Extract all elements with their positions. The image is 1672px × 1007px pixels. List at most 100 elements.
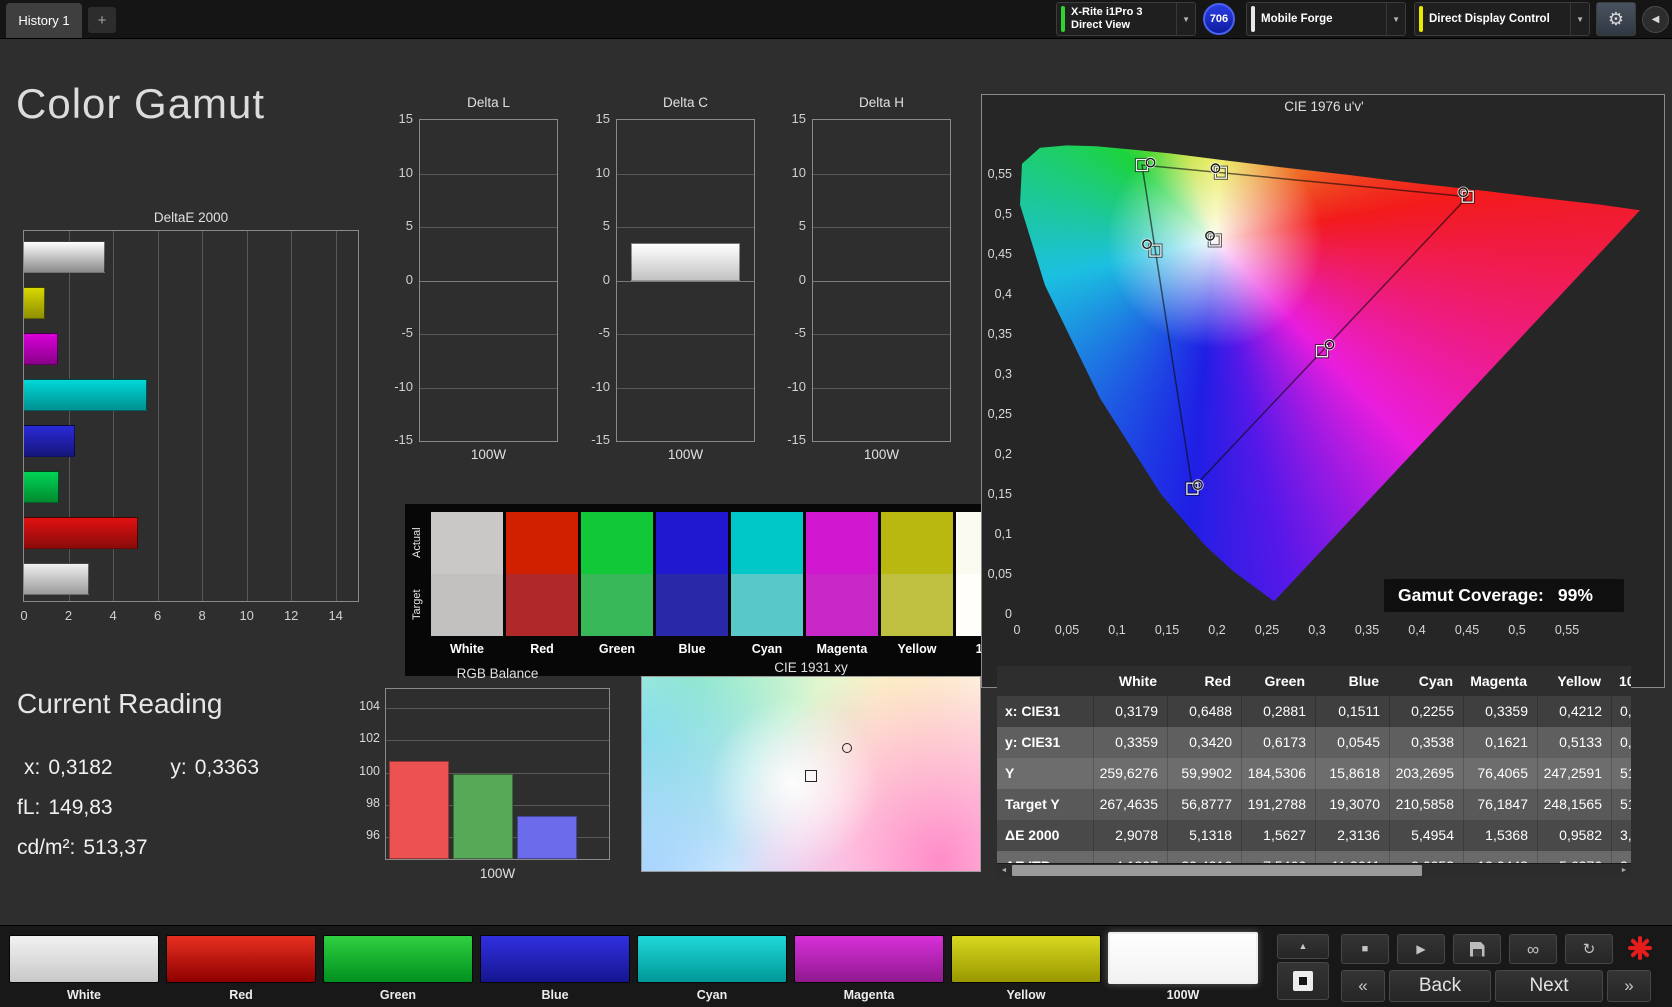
play-button[interactable]: ▶	[1397, 934, 1445, 964]
delta-chart-title: Delta L	[419, 95, 558, 110]
modified-indicator	[1624, 932, 1656, 964]
meter-status-indicator	[1061, 6, 1065, 32]
next-button[interactable]: Next	[1495, 970, 1603, 1002]
back-button[interactable]: Back	[1389, 970, 1491, 1002]
cie-xtick: 0,25	[1247, 623, 1287, 637]
table-cell: 0,4212	[1537, 696, 1612, 727]
color-button-white[interactable]: White	[9, 926, 159, 1006]
table-cell: 1,5368	[1463, 820, 1538, 851]
color-button-yellow[interactable]: Yellow	[951, 926, 1101, 1006]
delta-ytick: -5	[576, 325, 610, 340]
table-cell: 76,1847	[1463, 789, 1538, 820]
deltae-bar-cyan	[24, 379, 147, 411]
swatch-actual-red	[506, 512, 578, 574]
deltae-xtick: 6	[146, 608, 170, 623]
color-button-blue[interactable]: Blue	[480, 926, 630, 1006]
save-button[interactable]	[1453, 934, 1501, 964]
swatch-target-magenta	[806, 574, 878, 636]
back-skip-button[interactable]: «	[1341, 970, 1385, 1002]
cie-xtick: 0,55	[1547, 623, 1587, 637]
reading-fl-label: fL:	[17, 796, 40, 819]
rgb-ytick: 98	[352, 796, 380, 810]
color-button-red[interactable]: Red	[166, 926, 316, 1006]
rgb-balance-chart: RGB Balance 100W 1041021009896	[352, 666, 614, 882]
cie-xtick: 0,35	[1347, 623, 1387, 637]
color-swatch	[1108, 932, 1258, 984]
save-icon	[1470, 942, 1485, 957]
table-cell: 184,5306	[1241, 758, 1316, 789]
delta-ytick: -5	[379, 325, 413, 340]
delta-gridline	[617, 281, 754, 282]
swatch-target-green	[581, 574, 653, 636]
reading-fl-value: 149,83	[48, 796, 112, 819]
chevron-down-icon: ▼	[1182, 15, 1190, 24]
add-tab-button[interactable]: +	[88, 7, 116, 33]
deltae-xtick: 14	[324, 608, 348, 623]
table-cell: 51	[1611, 789, 1631, 820]
delta-gridline	[420, 281, 557, 282]
deltae-bar-100w	[24, 241, 105, 273]
table-cell: 0,5133	[1537, 727, 1612, 758]
delta-gridline	[420, 174, 557, 175]
color-swatch	[166, 935, 316, 983]
cie-1931-field	[641, 676, 981, 872]
scroll-thumb[interactable]	[1012, 865, 1422, 876]
table-cell: 0,3420	[1167, 727, 1242, 758]
swatch-target-white	[431, 574, 503, 636]
meter-mode: Direct View	[1071, 19, 1143, 32]
delta-gridline	[617, 227, 754, 228]
next-skip-button[interactable]: »	[1607, 970, 1651, 1002]
swatch-label: Blue	[656, 642, 728, 656]
delta-xlabel: 100W	[616, 447, 755, 462]
table-row-label: Target Y	[997, 789, 1093, 820]
color-button-cyan[interactable]: Cyan	[637, 926, 787, 1006]
cie-overlay	[982, 95, 1665, 619]
cie-xtick: 0,5	[1497, 623, 1537, 637]
scroll-left-arrow[interactable]: ◄	[997, 864, 1011, 877]
reading-cd-value: 513,37	[83, 836, 147, 859]
color-button-100w[interactable]: 100W	[1108, 926, 1258, 1006]
table-cell: 0,1511	[1315, 696, 1390, 727]
table-cell: 0,3359	[1093, 727, 1168, 758]
swatch-actual-yellow	[881, 512, 953, 574]
delta-gridline	[420, 388, 557, 389]
deltae-bar-green	[24, 471, 59, 503]
color-button-magenta[interactable]: Magenta	[794, 926, 944, 1006]
deltae-gridline	[336, 231, 337, 601]
meter-dropdown[interactable]: X-Rite i1Pro 3 Direct View ▼	[1056, 2, 1196, 36]
display-status-indicator	[1419, 6, 1423, 32]
delta-ytick: -10	[772, 379, 806, 394]
collapse-panel-button[interactable]: ◀	[1642, 6, 1669, 33]
table-cell: 0,3538	[1389, 727, 1464, 758]
page-title: Color Gamut	[16, 80, 265, 128]
delta-chart-plot	[812, 119, 951, 442]
chevron-down-icon: ▼	[1392, 15, 1400, 24]
table-header-green: Green	[1241, 666, 1315, 696]
stop-button[interactable]: ■	[1341, 934, 1389, 964]
refresh-button[interactable]: ↻	[1565, 934, 1613, 964]
color-swatch	[9, 935, 159, 983]
deltae-xtick: 10	[235, 608, 259, 623]
scroll-right-arrow[interactable]: ►	[1617, 864, 1631, 877]
delta-ytick: 15	[379, 111, 413, 126]
display-panel-button[interactable]	[1277, 962, 1329, 1000]
tab-history-1[interactable]: History 1	[6, 3, 82, 38]
display-control-dropdown[interactable]: Direct Display Control ▼	[1414, 2, 1590, 36]
deltae-plot-area	[23, 230, 359, 602]
reading-cd: cd/m²:513,37	[17, 836, 156, 860]
rgb-bar-green	[453, 774, 513, 859]
delta-ytick: 0	[379, 272, 413, 287]
color-swatch	[637, 935, 787, 983]
table-scrollbar[interactable]: ◄►	[997, 863, 1631, 877]
table-row-label: y: CIE31	[997, 727, 1093, 758]
settings-button[interactable]: ⚙	[1596, 2, 1636, 36]
link-button[interactable]: ∞	[1509, 934, 1557, 964]
source-dropdown[interactable]: Mobile Forge ▼	[1246, 2, 1406, 36]
panel-up-button[interactable]: ▲	[1277, 934, 1329, 959]
color-button-green[interactable]: Green	[323, 926, 473, 1006]
swatch-row-label: Actual	[407, 512, 427, 574]
swatch-target-blue	[656, 574, 728, 636]
deltae-gridline	[202, 231, 203, 601]
panel-icon	[1293, 971, 1313, 991]
delta-gridline	[617, 174, 754, 175]
